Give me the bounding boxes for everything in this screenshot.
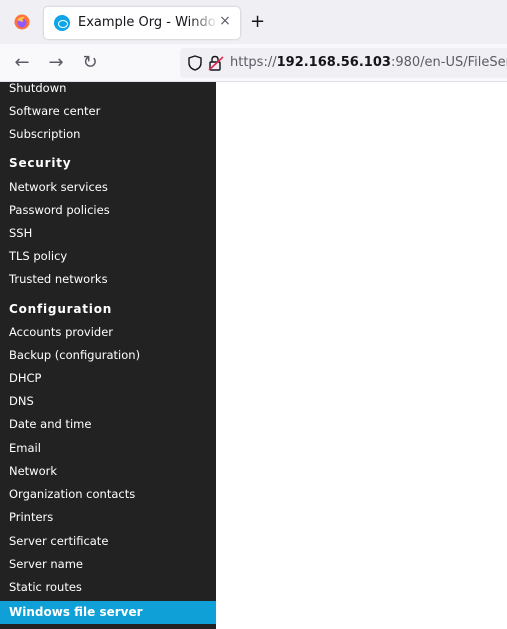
sidebar-item-password-policies[interactable]: Password policies <box>0 199 216 222</box>
forward-arrow-icon[interactable]: → <box>45 52 67 74</box>
sidebar-header-configuration: Configuration <box>9 302 113 316</box>
sidebar-nav: Shutdown Software center Subscription Se… <box>0 81 216 629</box>
sidebar-item-static-routes[interactable]: Static routes <box>0 576 216 599</box>
new-tab-icon[interactable]: + <box>250 13 265 31</box>
insecure-lock-icon[interactable] <box>208 55 224 71</box>
sidebar-item-accounts-provider[interactable]: Accounts provider <box>0 321 216 344</box>
sidebar-item-tls-policy[interactable]: TLS policy <box>0 245 216 268</box>
sidebar-item-trusted-networks[interactable]: Trusted networks <box>0 268 216 291</box>
sidebar-bottom-edge <box>0 625 216 629</box>
sidebar-item-organization-contacts[interactable]: Organization contacts <box>0 483 216 506</box>
sidebar-header-security: Security <box>9 156 72 170</box>
url-bar[interactable]: https://192.168.56.103:980/en-US/FileSer… <box>180 48 507 78</box>
browser-tab-active[interactable]: Example Org - Windows f × <box>44 7 240 39</box>
sidebar-item-server-certificate[interactable]: Server certificate <box>0 530 216 553</box>
sidebar-item-email[interactable]: Email <box>0 437 216 460</box>
tab-title: Example Org - Windows f <box>78 15 218 30</box>
sidebar-item-shutdown[interactable]: Shutdown <box>0 77 216 100</box>
url-prefix: https:// <box>230 55 277 70</box>
firefox-icon[interactable] <box>14 14 30 30</box>
sidebar-item-network[interactable]: Network <box>0 460 216 483</box>
browser-tab-strip: Example Org - Windows f × + <box>0 0 507 44</box>
url-text[interactable]: https://192.168.56.103:980/en-US/FileSer… <box>230 55 507 70</box>
reload-icon[interactable]: ↻ <box>79 52 101 74</box>
sidebar-item-windows-file-server[interactable]: Windows file server <box>0 601 216 624</box>
sidebar-item-ssh[interactable]: SSH <box>0 222 216 245</box>
sidebar-item-printers[interactable]: Printers <box>0 506 216 529</box>
sidebar-item-dns[interactable]: DNS <box>0 390 216 413</box>
back-arrow-icon[interactable]: ← <box>11 52 33 74</box>
site-favicon-icon <box>54 15 70 31</box>
sidebar-item-dhcp[interactable]: DHCP <box>0 367 216 390</box>
url-host: 192.168.56.103 <box>276 55 391 70</box>
shield-icon[interactable] <box>188 55 202 71</box>
sidebar-item-subscription[interactable]: Subscription <box>0 123 216 146</box>
close-tab-icon[interactable]: × <box>218 14 232 28</box>
sidebar-item-date-and-time[interactable]: Date and time <box>0 413 216 436</box>
sidebar-item-server-name[interactable]: Server name <box>0 553 216 576</box>
sidebar-item-backup-configuration[interactable]: Backup (configuration) <box>0 344 216 367</box>
sidebar-item-software-center[interactable]: Software center <box>0 100 216 123</box>
sidebar-item-network-services[interactable]: Network services <box>0 176 216 199</box>
url-path: :980/en-US/FileServer <box>390 55 507 70</box>
